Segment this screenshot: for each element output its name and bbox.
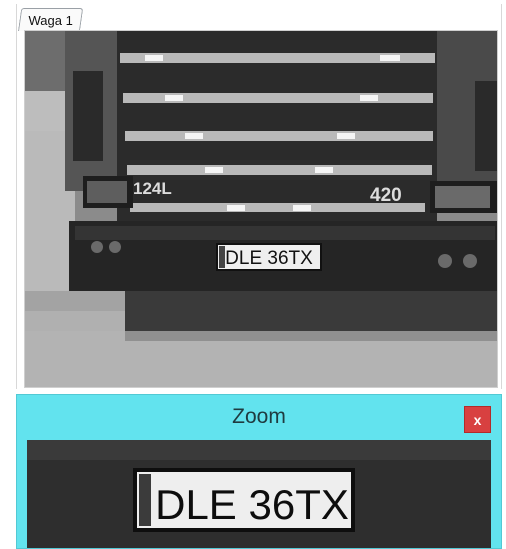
badge-left: 124L bbox=[133, 179, 172, 198]
zoom-window: Zoom x DLE 36TX bbox=[16, 394, 502, 549]
camera-image: 124L 420 DLE 36TX bbox=[25, 31, 497, 387]
zoom-title: Zoom bbox=[232, 405, 286, 428]
zoom-close-button[interactable]: x bbox=[464, 406, 491, 433]
zoom-image: DLE 36TX bbox=[27, 440, 491, 548]
tab-waga-1[interactable]: Waga 1 bbox=[18, 8, 84, 31]
app-frame: Waga 1 124L 420 DLE 36TX Zoom x DLE 36TX bbox=[0, 0, 506, 549]
tab-label: Waga 1 bbox=[28, 12, 73, 28]
camera-plate-text: DLE 36TX bbox=[225, 248, 313, 269]
zoom-plate-text: DLE 36TX bbox=[155, 481, 349, 528]
badge-right: 420 bbox=[370, 185, 402, 206]
zoom-view: DLE 36TX bbox=[27, 440, 491, 548]
camera-view: 124L 420 DLE 36TX bbox=[24, 30, 498, 388]
